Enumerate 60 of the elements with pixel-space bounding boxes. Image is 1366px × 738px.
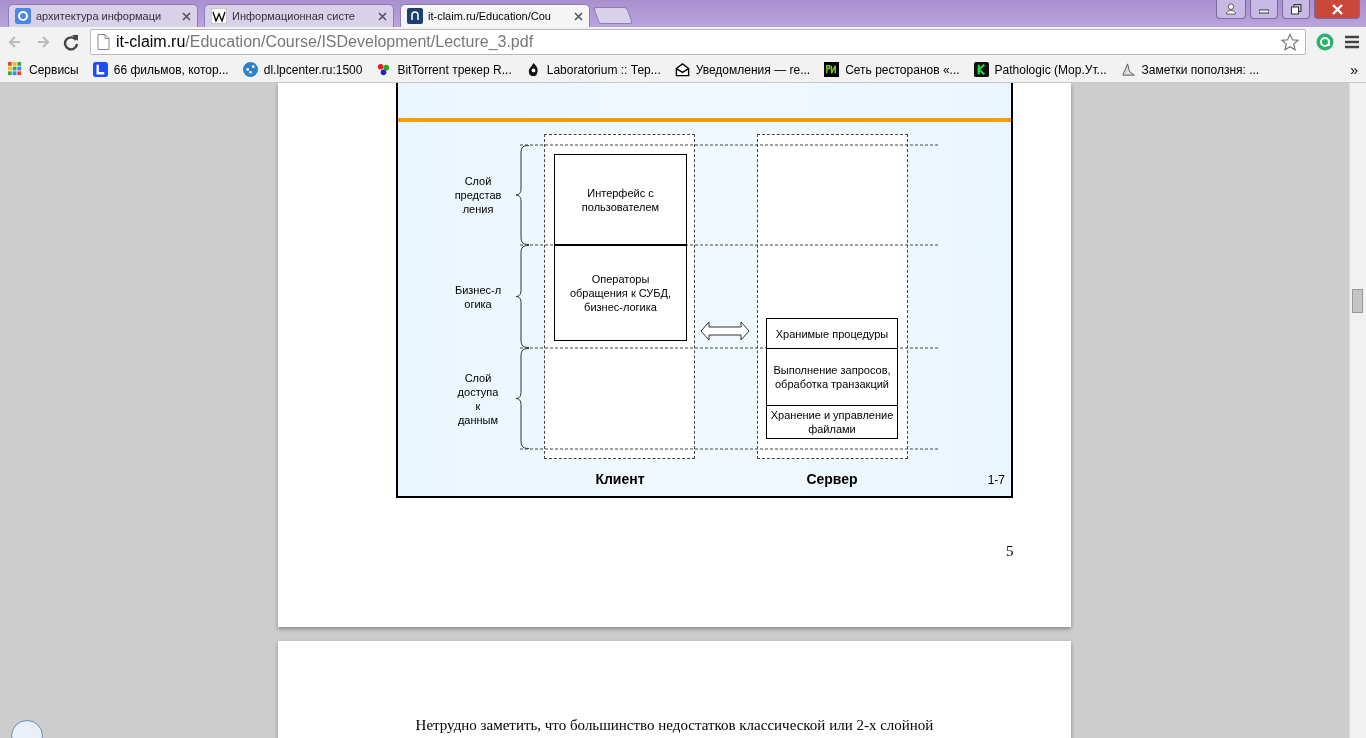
brace-icon [515,145,529,245]
bookmark-item[interactable]: dl.lpcenter.ru:1500 [242,62,363,77]
browser-tab[interactable]: it-claim.ru/Education/Cou [400,4,590,27]
envelope-icon [674,62,690,77]
component-box: Хранимые процедуры [766,318,898,349]
close-icon [1331,3,1343,15]
page-icon [97,34,110,50]
restore-icon [1290,3,1302,15]
component-box: Выполнение запросов, обработка транзакций [766,348,898,406]
page-number: 5 [1006,543,1014,560]
bookmark-item[interactable]: Сеть ресторанов «... [824,62,960,77]
more-bookmarks-button[interactable]: » [1350,61,1358,78]
component-box: Операторы обращения к СУБД, бизнес-логика [554,245,687,341]
layer-label: Слой представ ления [453,174,503,216]
ris-logo-icon [824,62,840,77]
scrollbar[interactable] [1349,83,1366,738]
extension-icon[interactable] [1316,33,1334,51]
user-icon [1225,3,1237,15]
bookmark-item[interactable]: BitTorrent трекер R... [376,62,512,77]
bookmark-item[interactable]: Laboratorium :: Тер... [525,62,661,77]
menu-icon[interactable] [1344,34,1360,50]
dots-icon [242,62,258,77]
close-icon[interactable] [182,11,191,21]
layer-label: Слой доступа к данным [456,370,500,427]
close-icon[interactable] [574,11,583,21]
bookmark-item[interactable]: Заметки поползня: ... [1120,62,1260,77]
column-label: Сервер [806,471,858,487]
user-button[interactable] [1216,0,1246,19]
site-icon [407,8,423,24]
google-icon [15,8,31,24]
apps-icon [8,62,23,77]
torrent-icon [376,62,392,77]
slide-number: 1-7 [987,473,1005,487]
bird-icon [1120,62,1136,77]
letter-k-icon [973,62,989,77]
url-text: it-claim.ru/Education/Course/ISDevelopment/Lecture_3.pdf [116,33,535,51]
brace-icon [515,348,529,449]
double-arrow-icon [700,321,750,341]
reload-icon[interactable] [62,33,80,51]
address-bar[interactable]: it-claim.ru/Education/Course/ISDevelopment/Lecture_3.pdf [90,29,1306,55]
layer-label: Бизнес-л огика [453,282,503,311]
close-window-button[interactable] [1314,0,1360,19]
bookmark-item[interactable]: 66 фильмов, котор... [92,62,229,77]
bookmark-item[interactable]: Уведомления — re... [674,62,811,77]
restore-button[interactable] [1282,0,1310,19]
component-box: Интерфейс с пользователем [554,154,687,245]
browser-tab[interactable]: Информационная систе [204,4,394,27]
paragraph: Нетрудно заметить, что большинство недостатков классической или 2-х слойной [414,717,935,734]
bookmark-item[interactable]: Сервисы [8,62,79,77]
wikipedia-icon [211,8,227,24]
bookmark-item[interactable]: Pathologic (Мор.Ут... [973,62,1107,77]
browser-tab[interactable]: архитектура информаци [8,4,198,27]
brace-icon [515,245,529,348]
close-icon[interactable] [378,11,387,21]
star-icon[interactable] [1281,33,1299,51]
scrollbar-thumb[interactable] [1352,289,1363,313]
letter-l-icon [92,62,108,77]
column-label: Клиент [595,471,645,487]
component-box: Хранение и управление файлами [766,405,898,439]
new-tab-button[interactable] [592,7,634,24]
